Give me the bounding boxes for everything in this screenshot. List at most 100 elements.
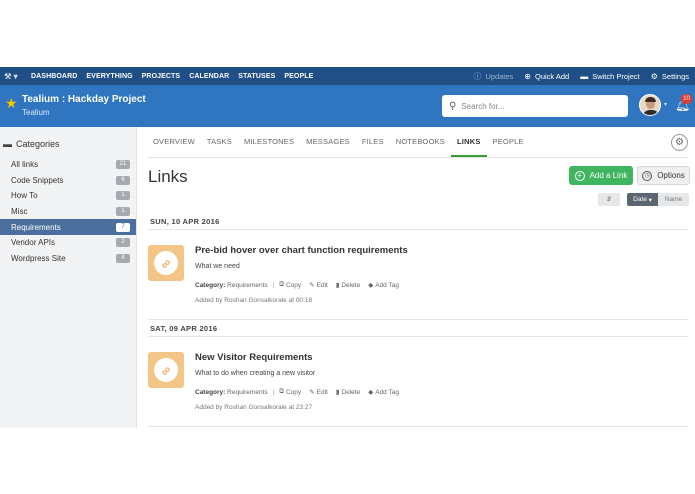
category-list: All links 21 Code Snippets 6 How To 1 Mi… <box>0 157 136 266</box>
nav-dashboard[interactable]: DASHBOARD <box>31 73 77 80</box>
link-description: What to do when creating a new visitor <box>195 370 316 377</box>
link-description: What we need <box>195 263 240 270</box>
quick-add-button[interactable]: ⊕ Quick Add <box>524 72 569 81</box>
added-by: Added by Roshan Gonsalkorale at 23:27 <box>195 404 313 411</box>
add-link-button[interactable]: + Add a Link <box>569 166 633 185</box>
add-tag-button[interactable]: ◆ Add Tag <box>368 281 399 290</box>
sidebar-heading: ▬ Categories <box>3 139 60 149</box>
edit-label: Edit <box>316 281 328 289</box>
sidebar-item-all-links[interactable]: All links 21 <box>0 157 136 173</box>
avatar[interactable] <box>639 94 661 116</box>
sidebar-item-requirements[interactable]: Requirements 7 <box>0 219 136 235</box>
link-meta: Category: Requirements | ⧉ Copy ✎ Edit ▮ De… <box>195 281 407 289</box>
delete-label: Delete <box>341 388 361 396</box>
tab-people[interactable]: PEOPLE <box>487 126 530 157</box>
edit-button[interactable]: ✎ Edit <box>309 281 328 290</box>
project-settings-icon[interactable]: ⚙ <box>671 134 688 151</box>
link-title[interactable]: New Visitor Requirements <box>195 352 313 363</box>
switch-project-button[interactable]: ▬ Switch Project <box>580 72 640 81</box>
link-icon[interactable]: ∞ <box>148 352 184 388</box>
copy-icon: ⧉ <box>279 388 284 395</box>
pencil-icon: ✎ <box>309 389 315 396</box>
sidebar-item-count: 6 <box>116 175 130 185</box>
project-title[interactable]: Tealium : Hackday Project <box>22 94 146 105</box>
copy-button[interactable]: ⧉ Copy <box>279 388 301 396</box>
page-title: Links <box>148 167 188 186</box>
plus-circle-icon: + <box>574 170 585 181</box>
sort-by-name-button[interactable]: Name <box>658 193 689 206</box>
star-icon[interactable]: ★ <box>5 95 18 112</box>
delete-button[interactable]: ▮ Delete <box>335 281 361 290</box>
sidebar-item-code-snippets[interactable]: Code Snippets 6 <box>0 173 136 189</box>
add-tag-label: Add Tag <box>375 388 399 396</box>
link-meta: Category: Requirements | ⧉ Copy ✎ Edit ▮ De… <box>195 388 407 396</box>
tools-icon[interactable]: ⚒ ▾ <box>0 67 22 85</box>
tab-tasks[interactable]: TASKS <box>201 126 238 157</box>
trash-icon: ▮ <box>335 282 340 289</box>
tag-icon: ◆ <box>368 282 374 289</box>
sort-direction-button[interactable]: ⇵ <box>598 193 620 206</box>
tab-links[interactable]: LINKS <box>451 126 487 157</box>
nav-everything[interactable]: EVERYTHING <box>86 73 132 80</box>
sidebar-heading-label: Categories <box>16 139 60 149</box>
sort-date-label: Date <box>633 196 647 203</box>
switch-project-label: Switch Project <box>592 71 640 81</box>
folder-icon: ▬ <box>580 71 589 81</box>
search-input[interactable] <box>461 101 612 111</box>
options-button[interactable]: ◷ Options <box>637 166 690 185</box>
chevron-down-icon[interactable]: ▾ <box>664 101 667 108</box>
sidebar-item-label: Vendor APIs <box>11 238 56 248</box>
top-nav: ⚒ ▾ DASHBOARD EVERYTHING PROJECTS CALEND… <box>0 67 695 85</box>
copy-icon: ⧉ <box>279 281 284 288</box>
sidebar-item-wordpress-site[interactable]: Wordpress Site 4 <box>0 251 136 267</box>
copy-button[interactable]: ⧉ Copy <box>279 281 301 289</box>
settings-label: Settings <box>661 71 689 81</box>
delete-label: Delete <box>341 281 361 289</box>
tab-messages[interactable]: MESSAGES <box>300 126 356 157</box>
project-header: ★ Tealium : Hackday Project Tealium ⚲ ▾ … <box>0 85 695 127</box>
settings-button[interactable]: ⚙ Settings <box>651 72 689 81</box>
link-title[interactable]: Pre-bid hover over chart function requir… <box>195 245 408 256</box>
project-tabs: OVERVIEW TASKS MILESTONES MESSAGES FILES… <box>147 127 688 158</box>
project-company[interactable]: Tealium <box>22 108 50 117</box>
category-value[interactable]: Requirements <box>227 282 267 289</box>
nav-statuses[interactable]: STATUSES <box>238 73 275 80</box>
sidebar-item-count: 4 <box>116 253 130 263</box>
category-label: Category: <box>195 281 226 289</box>
sidebar-item-misc[interactable]: Misc 1 <box>0 204 136 220</box>
nav-projects[interactable]: PROJECTS <box>142 73 181 80</box>
info-icon: ⓘ <box>473 71 482 81</box>
add-link-label: Add a Link <box>589 171 628 180</box>
tab-overview[interactable]: OVERVIEW <box>147 126 201 157</box>
add-tag-label: Add Tag <box>375 281 399 289</box>
updates-button[interactable]: ⓘ Updates <box>473 71 513 82</box>
delete-button[interactable]: ▮ Delete <box>336 388 361 397</box>
sort-by-date-button[interactable]: Date ▾ <box>627 193 658 206</box>
search-icon: ⚲ <box>449 100 457 112</box>
clock-icon: ◷ <box>642 170 653 181</box>
list-item: ∞ Pre-bid hover over chart function requ… <box>148 230 689 320</box>
divider: | <box>272 281 275 289</box>
list-item: ∞ New Visitor Requirements What to do wh… <box>148 337 689 427</box>
tab-notebooks[interactable]: NOTEBOOKS <box>390 126 451 157</box>
tab-files[interactable]: FILES <box>356 126 390 157</box>
nav-calendar[interactable]: CALENDAR <box>189 73 229 80</box>
add-tag-button[interactable]: ◆ Add Tag <box>368 388 399 397</box>
sidebar-item-count: 1 <box>116 207 130 217</box>
quick-add-label: Quick Add <box>535 71 570 81</box>
sidebar-item-how-to[interactable]: How To 1 <box>0 188 136 204</box>
link-icon[interactable]: ∞ <box>148 245 184 281</box>
tab-milestones[interactable]: MILESTONES <box>238 126 300 157</box>
day-group: SUN, 10 APR 2016 ∞ Pre-bid hover over ch… <box>148 213 689 320</box>
options-label: Options <box>657 171 685 180</box>
pencil-icon: ✎ <box>309 282 315 289</box>
notification-badge: 10 <box>681 94 692 104</box>
plus-circle-icon: ⊕ <box>524 71 531 81</box>
sidebar-item-vendor-apis[interactable]: Vendor APIs 2 <box>0 235 136 251</box>
nav-people[interactable]: PEOPLE <box>284 73 313 80</box>
search-box[interactable]: ⚲ <box>442 95 628 117</box>
copy-label: Copy <box>285 388 302 396</box>
edit-button[interactable]: ✎ Edit <box>309 388 328 397</box>
category-value[interactable]: Requirements <box>227 389 267 396</box>
edit-label: Edit <box>316 388 328 396</box>
